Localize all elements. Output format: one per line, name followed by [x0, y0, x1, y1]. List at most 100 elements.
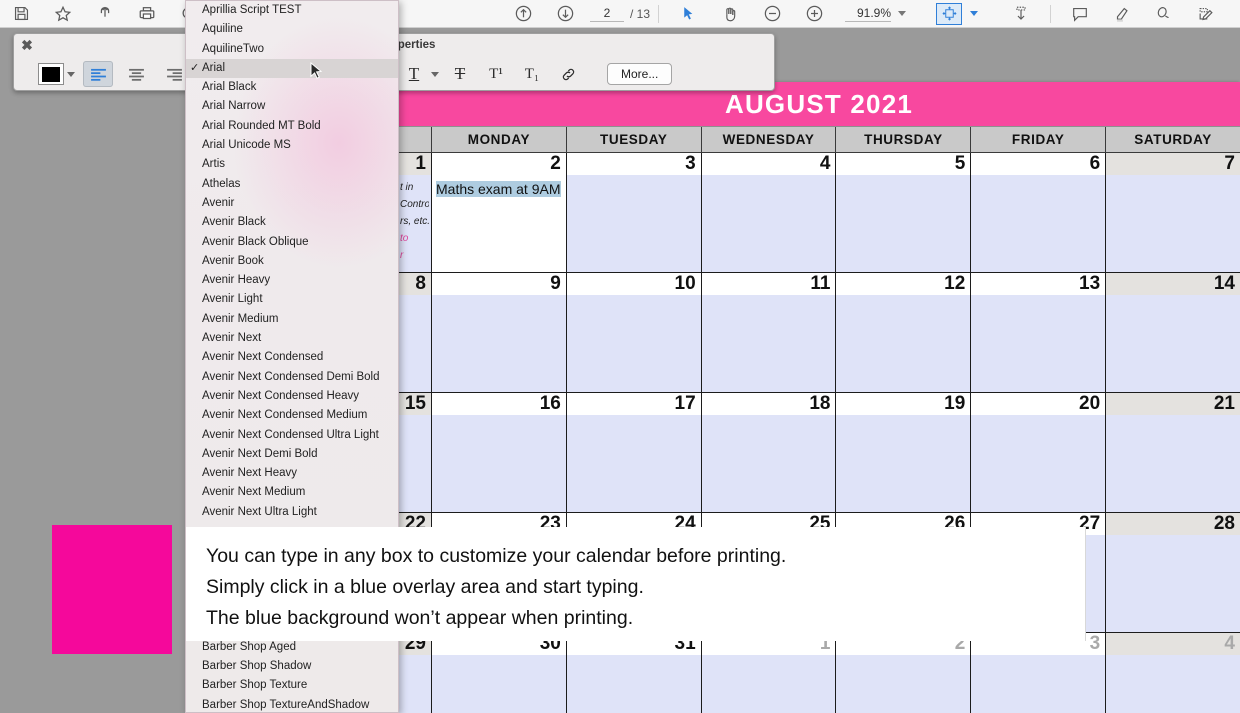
font-menu-item[interactable]: Avenir Next Demi Bold [186, 445, 398, 464]
font-menu-item[interactable]: AquilineTwo [186, 40, 398, 59]
calendar-day-cell[interactable]: 3 [566, 153, 702, 273]
calendar-day-cell[interactable]: 14 [1106, 273, 1240, 393]
zoom-out-icon[interactable] [751, 1, 793, 27]
editable-overlay[interactable] [836, 415, 971, 512]
strikethrough-button[interactable]: T [445, 61, 475, 87]
font-menu-item[interactable]: Avenir Book [186, 252, 398, 271]
underline-chevron-icon[interactable] [431, 71, 439, 77]
font-menu-item[interactable]: Aprillia Script TEST [186, 1, 398, 20]
calendar-day-cell[interactable]: 29 [398, 633, 432, 713]
editable-overlay[interactable] [566, 415, 701, 512]
font-menu-item[interactable]: Athelas [186, 175, 398, 194]
editable-overlay[interactable] [971, 295, 1106, 392]
font-menu-item[interactable]: Avenir Medium [186, 310, 398, 329]
calendar-day-cell[interactable]: 16 [432, 393, 567, 513]
editable-overlay[interactable] [836, 295, 971, 392]
editable-overlay[interactable] [701, 175, 836, 272]
editable-overlay[interactable] [1106, 295, 1240, 392]
font-menu-item[interactable]: Artis [186, 155, 398, 174]
calendar-day-cell[interactable]: 19 [836, 393, 972, 513]
signature-icon[interactable] [1143, 1, 1185, 27]
calendar-day-cell[interactable]: 4 [1106, 633, 1240, 713]
star-icon[interactable] [42, 1, 84, 27]
text-color-swatch[interactable] [38, 63, 64, 85]
calendar-day-cell[interactable]: 18 [701, 393, 837, 513]
font-menu-item[interactable]: Avenir Next Heavy [186, 464, 398, 483]
chevron-down-icon[interactable] [898, 11, 907, 16]
calendar-day-cell[interactable]: 1t in Control rs, etc. to r [398, 153, 432, 273]
font-menu-item[interactable]: Arial Unicode MS [186, 136, 398, 155]
day-note-text[interactable]: Maths exam at 9AM [436, 181, 562, 198]
align-left-button[interactable] [83, 61, 113, 87]
link-icon[interactable] [553, 61, 583, 87]
font-menu-item[interactable]: ✓ Arial [186, 58, 398, 79]
zoom-control[interactable]: 91.9% [845, 6, 907, 22]
font-menu-item[interactable]: Aquiline [186, 20, 398, 39]
editable-overlay[interactable] [432, 295, 566, 392]
calendar-day-cell[interactable]: 11 [701, 273, 837, 393]
highlight-icon[interactable] [1101, 1, 1143, 27]
align-center-button[interactable] [121, 61, 151, 87]
calendar-day-cell[interactable]: 12 [836, 273, 972, 393]
calendar-day-cell[interactable]: 6 [971, 153, 1107, 273]
font-menu-item[interactable]: Barber Shop Shadow [186, 657, 398, 676]
calendar-day-cell[interactable]: 2 [836, 633, 972, 713]
font-menu-item[interactable]: Avenir Black Oblique [186, 233, 398, 252]
editable-overlay[interactable] [398, 655, 431, 713]
font-menu-item[interactable]: Avenir Heavy [186, 271, 398, 290]
editable-overlay[interactable] [1106, 535, 1240, 632]
editable-overlay[interactable] [1106, 175, 1240, 272]
editable-overlay[interactable] [566, 655, 701, 713]
font-menu-item[interactable]: Avenir Next Condensed Heavy [186, 387, 398, 406]
font-menu-item[interactable]: Arial Rounded MT Bold [186, 117, 398, 136]
edit-icon[interactable] [1185, 1, 1227, 27]
font-menu-item[interactable]: Avenir Next Condensed Medium [186, 406, 398, 425]
calendar-day-cell[interactable]: 20 [971, 393, 1107, 513]
editable-overlay[interactable] [432, 655, 566, 713]
editable-overlay[interactable] [701, 295, 836, 392]
page-number-input[interactable]: 2 [590, 6, 624, 22]
text-color-control[interactable] [38, 63, 75, 85]
underline-button[interactable]: T [399, 61, 429, 87]
editable-overlay[interactable] [836, 175, 971, 272]
zoom-level-value[interactable]: 91.9% [845, 6, 892, 22]
calendar-day-cell[interactable]: 28 [1106, 513, 1240, 633]
calendar-day-cell[interactable]: 1 [701, 633, 837, 713]
font-menu-item[interactable]: Avenir [186, 194, 398, 213]
editable-overlay[interactable] [398, 295, 431, 392]
font-menu-item[interactable]: Avenir Next Condensed Ultra Light [186, 426, 398, 445]
chevron-down-icon[interactable] [67, 71, 75, 77]
page-up-icon[interactable] [502, 1, 544, 27]
calendar-day-cell[interactable]: 7 [1106, 153, 1240, 273]
font-menu-item[interactable]: Avenir Next [186, 329, 398, 348]
font-menu-item[interactable]: Avenir Black [186, 213, 398, 232]
calendar-day-cell[interactable]: 5 [836, 153, 972, 273]
calendar-day-cell[interactable]: 9 [432, 273, 567, 393]
editable-overlay[interactable] [971, 175, 1106, 272]
calendar-day-cell[interactable]: 17 [566, 393, 702, 513]
editable-overlay[interactable] [701, 415, 836, 512]
save-icon[interactable] [0, 1, 42, 27]
editable-overlay[interactable] [1106, 415, 1240, 512]
font-menu-item[interactable]: Barber Shop Texture [186, 676, 398, 695]
download-icon[interactable] [1000, 1, 1042, 27]
more-button[interactable]: More... [607, 63, 673, 85]
page-down-icon[interactable] [544, 1, 586, 27]
editable-overlay[interactable] [971, 655, 1106, 713]
calendar-day-cell[interactable]: 31 [566, 633, 702, 713]
select-tool-icon[interactable] [667, 1, 709, 27]
editable-overlay[interactable] [566, 295, 701, 392]
editable-overlay[interactable] [701, 655, 836, 713]
calendar-day-cell[interactable]: 13 [971, 273, 1107, 393]
editable-overlay[interactable] [398, 415, 431, 512]
zoom-in-icon[interactable] [793, 1, 835, 27]
font-menu-item[interactable]: Avenir Light [186, 290, 398, 309]
calendar-day-cell[interactable]: 8 [398, 273, 432, 393]
calendar-day-cell[interactable]: 15 [398, 393, 432, 513]
editable-overlay[interactable] [566, 175, 701, 272]
print-icon[interactable] [126, 1, 168, 27]
subscript-button[interactable]: T₁ [517, 61, 547, 87]
calendar-day-cell[interactable]: 3 [971, 633, 1107, 713]
calendar-day-cell[interactable]: 4 [701, 153, 837, 273]
editable-overlay[interactable] [432, 415, 566, 512]
